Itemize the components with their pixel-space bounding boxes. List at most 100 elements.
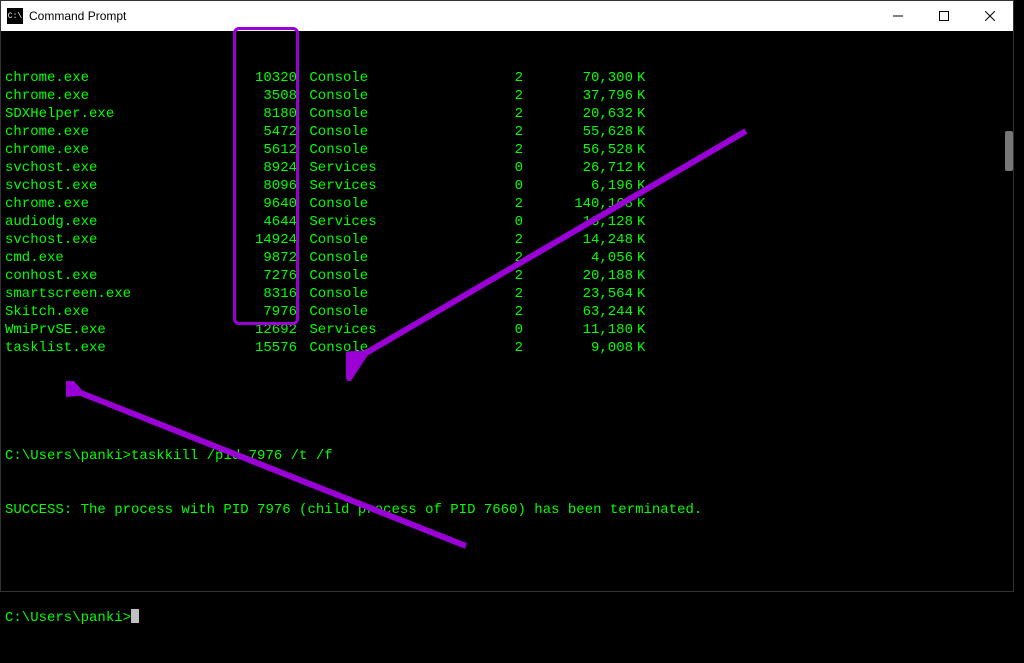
- process-pid: 8924: [235, 159, 297, 177]
- process-pid: 10320: [235, 69, 297, 87]
- process-pid: 12692: [235, 321, 297, 339]
- process-row: chrome.exe9640 Console2140,168K: [5, 195, 1013, 213]
- process-pid: 4644: [235, 213, 297, 231]
- process-mem: 4,056: [523, 249, 633, 267]
- process-session-num: 2: [377, 303, 523, 321]
- process-name: chrome.exe: [5, 195, 235, 213]
- process-row: chrome.exe5612 Console256,528K: [5, 141, 1013, 159]
- process-session-num: 2: [377, 195, 523, 213]
- minimize-button[interactable]: [875, 1, 921, 31]
- process-row: conhost.exe7276 Console220,188K: [5, 267, 1013, 285]
- mem-unit: K: [633, 87, 649, 105]
- process-session-num: 0: [377, 213, 523, 231]
- process-session: Console: [297, 69, 377, 87]
- mem-unit: K: [633, 285, 649, 303]
- process-name: svchost.exe: [5, 231, 235, 249]
- blank-line: [5, 393, 1013, 411]
- process-pid: 5612: [235, 141, 297, 159]
- process-mem: 37,796: [523, 87, 633, 105]
- mem-unit: K: [633, 213, 649, 231]
- process-session: Console: [297, 87, 377, 105]
- process-session: Console: [297, 123, 377, 141]
- process-name: smartscreen.exe: [5, 285, 235, 303]
- process-session: Console: [297, 285, 377, 303]
- process-row: audiodg.exe4644 Services013,128K: [5, 213, 1013, 231]
- process-pid: 7276: [235, 267, 297, 285]
- mem-unit: K: [633, 231, 649, 249]
- process-session-num: 0: [377, 177, 523, 195]
- close-button[interactable]: [967, 1, 1013, 31]
- process-name: svchost.exe: [5, 177, 235, 195]
- process-pid: 14924: [235, 231, 297, 249]
- process-mem: 56,528: [523, 141, 633, 159]
- process-mem: 63,244: [523, 303, 633, 321]
- prompt-line[interactable]: C:\Users\panki>: [5, 609, 1013, 627]
- process-mem: 23,564: [523, 285, 633, 303]
- process-session-num: 2: [377, 87, 523, 105]
- process-session-num: 2: [377, 249, 523, 267]
- process-session: Console: [297, 141, 377, 159]
- process-mem: 20,188: [523, 267, 633, 285]
- process-mem: 55,628: [523, 123, 633, 141]
- process-pid: 7976: [235, 303, 297, 321]
- process-name: audiodg.exe: [5, 213, 235, 231]
- process-session-num: 0: [377, 321, 523, 339]
- cursor: [131, 609, 139, 623]
- process-session-num: 2: [377, 267, 523, 285]
- process-pid: 3508: [235, 87, 297, 105]
- command-line: C:\Users\panki>taskkill /pid 7976 /t /f: [5, 447, 1013, 465]
- process-session-num: 2: [377, 69, 523, 87]
- process-session-num: 2: [377, 105, 523, 123]
- process-mem: 9,008: [523, 339, 633, 357]
- process-mem: 6,196: [523, 177, 633, 195]
- scrollbar-thumb[interactable]: [1005, 131, 1013, 171]
- process-session-num: 2: [377, 123, 523, 141]
- process-session-num: 2: [377, 231, 523, 249]
- process-row: chrome.exe3508 Console237,796K: [5, 87, 1013, 105]
- mem-unit: K: [633, 321, 649, 339]
- mem-unit: K: [633, 159, 649, 177]
- process-name: WmiPrvSE.exe: [5, 321, 235, 339]
- terminal-output[interactable]: chrome.exe10320 Console270,300Kchrome.ex…: [1, 31, 1013, 591]
- process-row: chrome.exe10320 Console270,300K: [5, 69, 1013, 87]
- process-name: tasklist.exe: [5, 339, 235, 357]
- blank-line: [5, 555, 1013, 573]
- process-session: Services: [297, 321, 377, 339]
- result-line: SUCCESS: The process with PID 7976 (chil…: [5, 501, 1013, 519]
- process-session: Console: [297, 339, 377, 357]
- mem-unit: K: [633, 249, 649, 267]
- process-row: tasklist.exe15576 Console29,008K: [5, 339, 1013, 357]
- mem-unit: K: [633, 123, 649, 141]
- process-name: cmd.exe: [5, 249, 235, 267]
- process-name: Skitch.exe: [5, 303, 235, 321]
- mem-unit: K: [633, 141, 649, 159]
- process-session: Console: [297, 267, 377, 285]
- process-pid: 9640: [235, 195, 297, 213]
- process-name: svchost.exe: [5, 159, 235, 177]
- process-session-num: 2: [377, 339, 523, 357]
- process-session: Services: [297, 159, 377, 177]
- process-mem: 11,180: [523, 321, 633, 339]
- process-name: chrome.exe: [5, 141, 235, 159]
- process-mem: 13,128: [523, 213, 633, 231]
- process-name: chrome.exe: [5, 69, 235, 87]
- mem-unit: K: [633, 195, 649, 213]
- process-mem: 140,168: [523, 195, 633, 213]
- process-pid: 8096: [235, 177, 297, 195]
- process-name: chrome.exe: [5, 123, 235, 141]
- mem-unit: K: [633, 267, 649, 285]
- maximize-button[interactable]: [921, 1, 967, 31]
- process-row: cmd.exe9872 Console24,056K: [5, 249, 1013, 267]
- process-pid: 15576: [235, 339, 297, 357]
- prompt-path: C:\Users\panki>: [5, 610, 131, 626]
- process-session-num: 0: [377, 159, 523, 177]
- process-session: Console: [297, 249, 377, 267]
- titlebar[interactable]: C:\ Command Prompt: [1, 1, 1013, 31]
- process-name: chrome.exe: [5, 87, 235, 105]
- process-mem: 20,632: [523, 105, 633, 123]
- process-row: WmiPrvSE.exe12692 Services011,180K: [5, 321, 1013, 339]
- process-row: svchost.exe8096 Services06,196K: [5, 177, 1013, 195]
- cmd-icon: C:\: [7, 8, 23, 24]
- process-session: Console: [297, 195, 377, 213]
- vertical-scrollbar[interactable]: [1003, 31, 1013, 591]
